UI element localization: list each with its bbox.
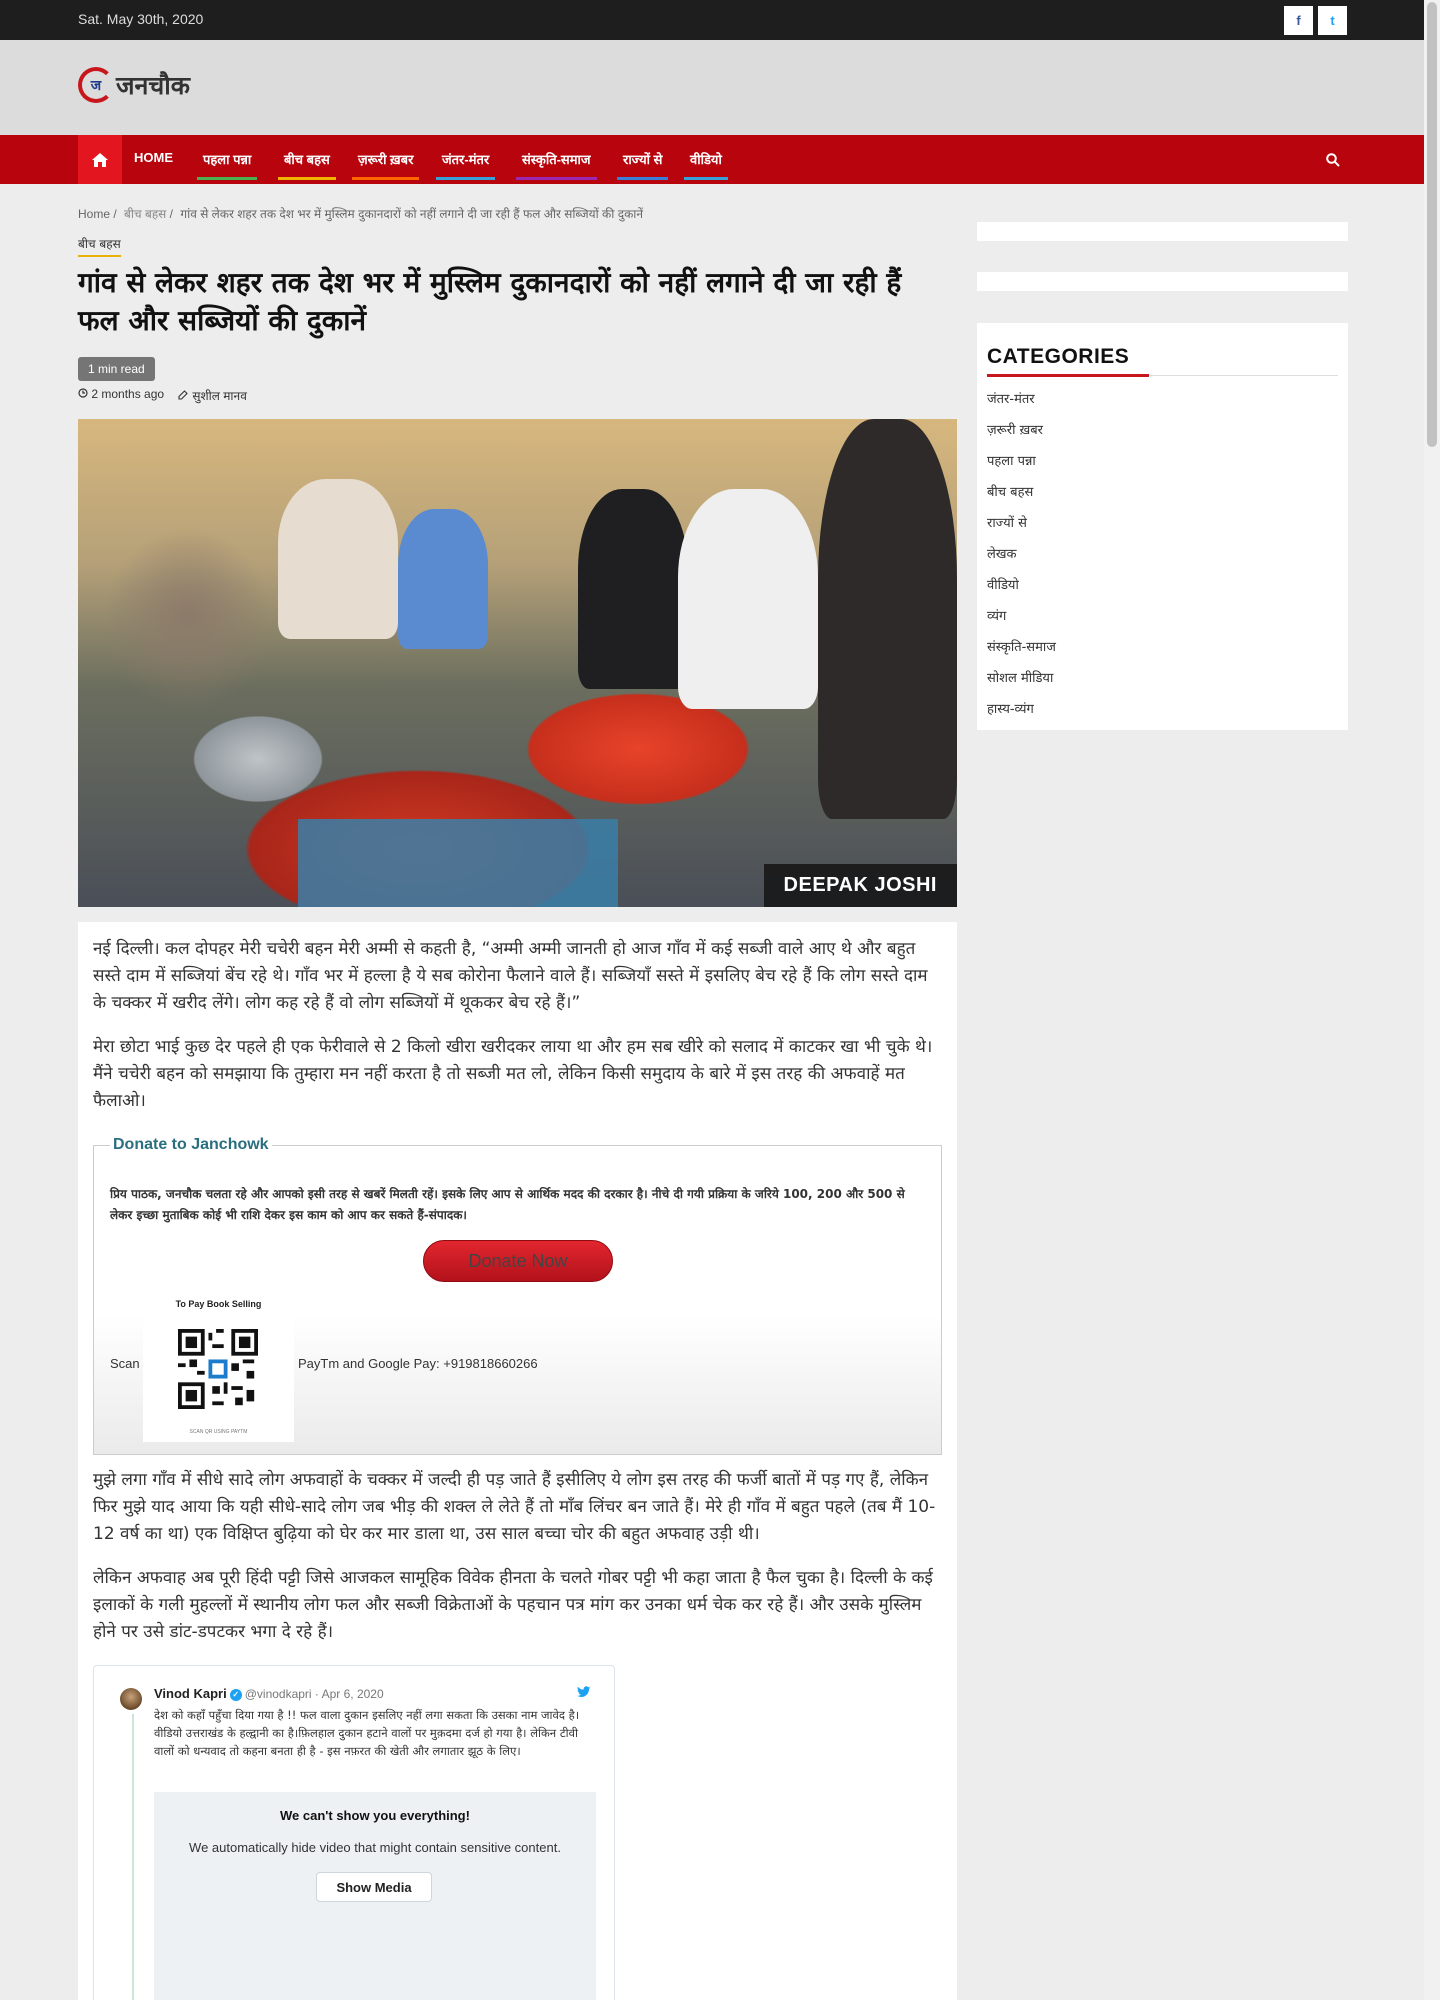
donate-box: Donate to Janchowk प्रिय पाठक, जनचौक चलत… [93,1136,942,1455]
sensitive-title: We can't show you everything! [280,1808,470,1823]
paytm-qr-card: To Pay Book Selling SCAN QR USING PAYTM [143,1299,294,1442]
article-body: नई दिल्ली। कल दोपहर मेरी चचेरी बहन मेरी … [78,922,957,2000]
top-bar: Sat. May 30th, 2020 f t [0,0,1424,40]
breadcrumb-separator: / [169,207,173,221]
posted-time: 2 months ago [78,387,164,404]
author-link[interactable]: सुशील मानव [178,387,247,404]
category-link[interactable]: लेखक [987,544,1056,575]
nav-underline [436,177,496,180]
twitter-icon[interactable]: t [1318,6,1347,35]
logo-text: जनचौक [116,71,190,100]
breadcrumb: Home / बीच बहस / गांव से लेकर शहर तक देश… [78,205,647,222]
nav-underline [352,177,420,180]
breadcrumb-home[interactable]: Home [78,207,110,221]
nav-item-zaruri-khabar[interactable]: ज़रूरी ख़बर [352,150,420,180]
donate-heading: Donate to Janchowk [110,1136,272,1154]
donate-appeal-text: प्रिय पाठक, जनचौक चलता रहे और आपको इसी त… [110,1187,905,1222]
image-figure [818,419,957,819]
category-link[interactable]: राज्यों से [987,513,1056,544]
scan-label: Scan [110,1356,140,1371]
verified-icon: ✓ [229,1688,242,1701]
donate-now-button[interactable]: Donate Now [423,1240,613,1282]
category-list: जंतर-मंतर ज़रूरी ख़बर पहला पन्ना बीच बहस… [987,389,1056,730]
nav-underline [684,177,728,180]
article-category-tag[interactable]: बीच बहस [78,235,121,257]
payment-info: PayTm and Google Pay: +919818660266 [298,1356,538,1371]
qr-code-icon [178,1329,258,1409]
category-link[interactable]: व्यंग [987,606,1056,637]
qr-title: To Pay Book Selling [175,1299,262,1309]
current-date: Sat. May 30th, 2020 [78,11,204,27]
embedded-tweet: Vinod Kapri ✓ @vinodkapri · Apr 6, 2020 दे… [93,1665,615,2000]
sidebar-widget-empty [977,272,1348,291]
article-paragraph: नई दिल्ली। कल दोपहर मेरी चचेरी बहन मेरी … [93,939,928,1013]
qr-footer: SCAN QR USING PAYTM [189,1429,248,1435]
category-link[interactable]: वीडियो [987,575,1056,606]
article-paragraph: लेकिन अफवाह अब पूरी हिंदी पट्टी जिसे आजक… [93,1568,933,1642]
search-icon[interactable] [1326,152,1340,167]
nav-underline [516,177,597,180]
sensitive-media-notice: We can't show you everything! We automat… [154,1792,596,2000]
article-meta: 2 months ago सुशील मानव [78,387,247,404]
category-link[interactable]: हास्य-व्यंग [987,699,1056,730]
heading-accent [987,374,1149,377]
category-link[interactable]: ज़रूरी ख़बर [987,420,1056,451]
image-figure [578,489,688,689]
category-link[interactable]: सोशल मीडिया [987,668,1056,699]
clock-icon [78,388,88,398]
breadcrumb-current: गांव से लेकर शहर तक देश भर में मुस्लिम द… [180,207,644,221]
categories-widget: CATEGORIES जंतर-मंतर ज़रूरी ख़बर पहला पन… [977,323,1348,730]
article-featured-image: DEEPAK JOSHI [78,419,957,907]
page-scrollbar[interactable] [1424,0,1440,2000]
nav-underline [197,177,258,180]
nav-underline [617,177,669,180]
tweet-author[interactable]: Vinod Kapri ✓ @vinodkapri · Apr 6, 2020 [154,1686,384,1701]
scrollbar-thumb[interactable] [1427,2,1437,447]
breadcrumb-category[interactable]: बीच बहस [124,207,166,221]
edit-icon [178,390,188,400]
site-logo[interactable]: ज जनचौक [78,67,190,103]
nav-item-jantar-mantar[interactable]: जंतर-मंतर [436,150,496,180]
category-link[interactable]: पहला पन्ना [987,451,1056,482]
nav-item-beech-bahas[interactable]: बीच बहस [278,150,336,180]
nav-underline [278,177,336,180]
image-figure [678,489,818,709]
site-header: ज जनचौक [0,40,1424,135]
article-paragraph: मुझे लगा गाँव में सीधे सादे लोग अफवाहों … [93,1470,936,1544]
nav-item-sanskriti-samaj[interactable]: संस्कृति-समाज [516,150,597,180]
tweet-thread-line [132,1714,134,2000]
nav-item-home[interactable]: HOME [128,150,179,177]
tweet-text: देश को कहाँ पहुँचा दिया गया है !! फल वाल… [154,1708,580,1758]
breadcrumb-separator: / [113,207,117,221]
image-credit: DEEPAK JOSHI [763,864,957,907]
image-figure [278,479,398,639]
show-media-button[interactable]: Show Media [316,1872,432,1902]
main-navigation: HOME पहला पन्ना बीच बहस ज़रूरी ख़बर जंतर… [0,135,1424,184]
image-figure [398,509,488,649]
avatar[interactable] [120,1688,142,1710]
article-title: गांव से लेकर शहर तक देश भर में मुस्लिम द… [78,266,902,337]
nav-underline [128,174,179,177]
categories-heading: CATEGORIES [987,345,1130,368]
sidebar-widget-empty [977,222,1348,241]
twitter-bird-icon[interactable] [577,1686,591,1698]
image-crate [298,819,618,907]
home-icon[interactable] [78,135,122,184]
facebook-icon[interactable]: f [1284,6,1313,35]
nav-item-pahla-panna[interactable]: पहला पन्ना [197,150,258,180]
read-time-badge: 1 min read [78,357,155,381]
category-link[interactable]: संस्कृति-समाज [987,637,1056,668]
sensitive-description: We automatically hide video that might c… [189,1840,561,1855]
nav-item-rajyon-se[interactable]: राज्यों से [617,150,669,180]
tweet-handle-date[interactable]: @vinodkapri · Apr 6, 2020 [245,1687,384,1701]
article-paragraph: मेरा छोटा भाई कुछ देर पहले ही एक फेरीवाल… [93,1037,933,1111]
category-link[interactable]: जंतर-मंतर [987,389,1056,420]
category-link[interactable]: बीच बहस [987,482,1056,513]
nav-item-video[interactable]: वीडियो [684,150,728,180]
logo-mark-icon: ज [78,67,114,103]
